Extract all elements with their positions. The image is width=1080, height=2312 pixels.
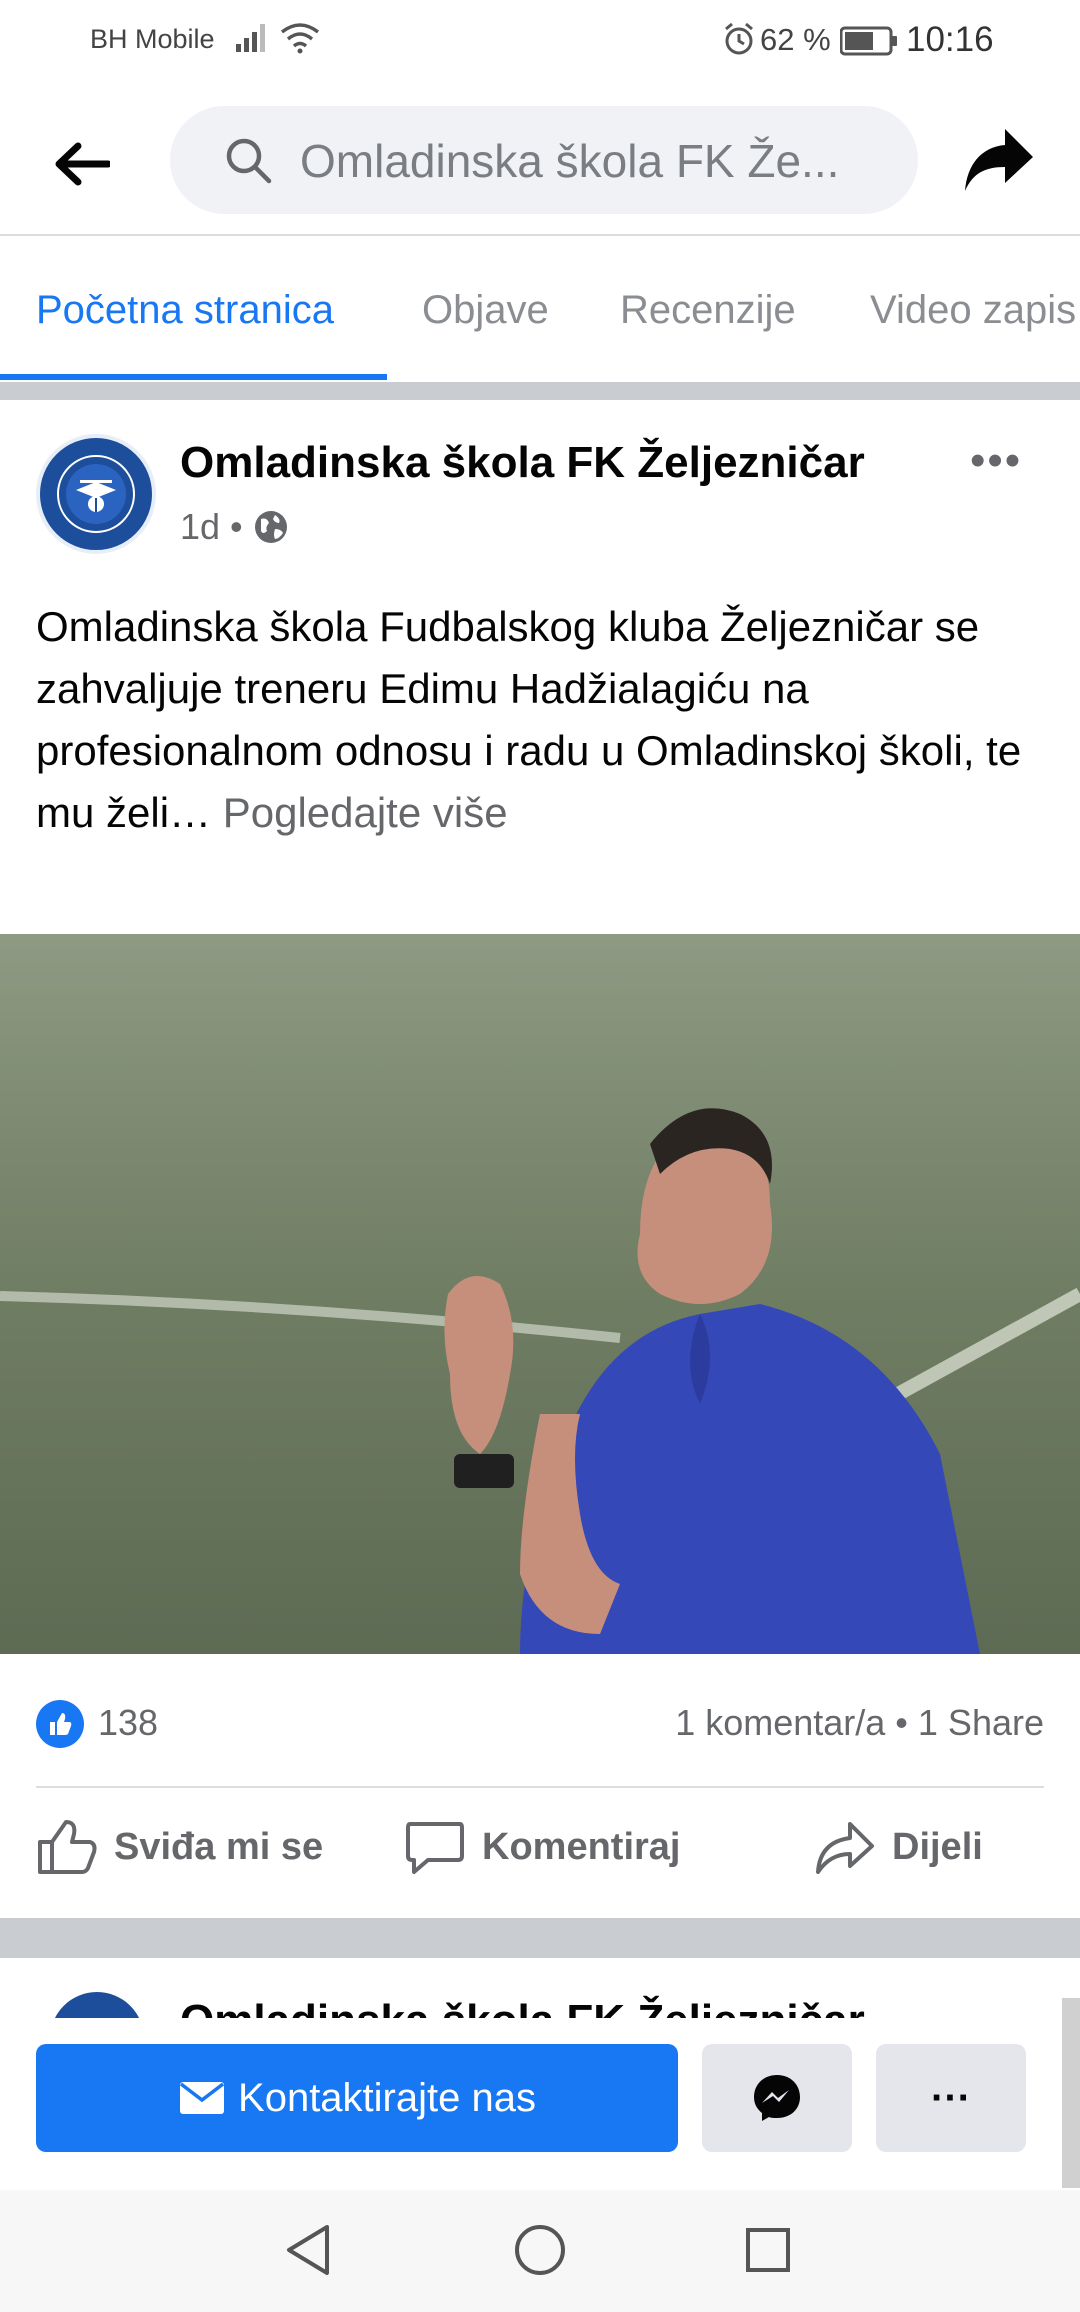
next-post-peek: Omladinska škola FK Željezničar [0, 1958, 1080, 2018]
like-reaction-badge [36, 1700, 84, 1748]
share-label: Dijeli [892, 1825, 983, 1868]
page-tabs: Početna stranica Objave Recenzije Video … [0, 238, 1080, 382]
share-page-button[interactable] [954, 120, 1044, 200]
clock-time: 10:16 [906, 20, 994, 59]
section-divider [0, 382, 1080, 400]
scrollbar[interactable] [1062, 1998, 1080, 2188]
more-options-button[interactable]: ··· [876, 2044, 1026, 2152]
status-bar: BH Mobile 62 % 10:16 [0, 0, 1080, 84]
post-meta: 1d • [180, 506, 289, 548]
tab-posts[interactable]: Objave [422, 288, 549, 333]
like-icon [38, 1820, 97, 1874]
post-divider [0, 1918, 1080, 1958]
search-icon [226, 138, 272, 184]
thumbs-up-icon [50, 1713, 72, 1735]
share-icon [816, 1822, 874, 1874]
meta-separator: • [230, 506, 243, 547]
post-photo[interactable] [0, 934, 1080, 1654]
alarm-icon [725, 22, 753, 55]
comment-icon [406, 1822, 464, 1874]
search-input[interactable]: Omladinska škola FK Že... [170, 106, 918, 214]
like-count: 138 [98, 1702, 159, 1743]
tab-videos[interactable]: Video zapis [870, 288, 1076, 333]
globe-icon [254, 511, 287, 543]
post-time[interactable]: 1d [180, 506, 220, 548]
like-button[interactable]: Sviđa mi se [36, 1818, 323, 1876]
messenger-icon [754, 2075, 800, 2121]
post-options-button[interactable]: ••• [970, 436, 1022, 486]
post-actions: Sviđa mi se Komentiraj Dijeli [0, 1788, 1080, 1918]
tab-home[interactable]: Početna stranica [36, 288, 334, 333]
page-avatar[interactable] [36, 434, 156, 554]
comments-shares-count[interactable]: 1 komentar/a • 1 Share [675, 1702, 1044, 1744]
system-nav-bar [0, 2190, 1080, 2312]
nav-back-icon [287, 2225, 329, 2275]
post-body: Omladinska škola Fudbalskog kluba Željez… [36, 603, 1022, 836]
share-arrow-icon [965, 129, 1033, 191]
nav-home-icon [515, 2225, 565, 2275]
battery-icon [840, 26, 897, 56]
back-button[interactable] [42, 124, 122, 204]
post-header: Omladinska škola FK Željezničar 1d • ••• [0, 400, 1080, 580]
page-action-bar: Kontaktirajte nas ··· [0, 2020, 1080, 2190]
nav-back-button[interactable] [268, 2214, 348, 2286]
next-post-avatar [50, 1992, 144, 2018]
search-query: Omladinska škola FK Že... [300, 135, 840, 187]
page-name[interactable]: Omladinska škola FK Željezničar [180, 438, 865, 488]
search-header: Omladinska škola FK Že... [0, 84, 1080, 236]
club-logo [42, 440, 150, 548]
back-arrow-icon [55, 142, 110, 186]
like-label: Sviđa mi se [114, 1825, 324, 1868]
tab-reviews[interactable]: Recenzije [620, 288, 796, 333]
nav-recents-icon [746, 2228, 790, 2272]
signal-icon [236, 24, 265, 52]
wifi-icon [280, 23, 320, 54]
active-tab-indicator [0, 374, 387, 380]
nav-recents-button[interactable] [728, 2214, 808, 2286]
nav-home-button[interactable] [500, 2214, 580, 2286]
post-text: Omladinska škola Fudbalskog kluba Željez… [36, 596, 1046, 844]
envelope-icon [179, 2082, 225, 2114]
reactions-summary[interactable]: 138 1 komentar/a • 1 Share [0, 1656, 1080, 1786]
share-button[interactable]: Dijeli [814, 1818, 983, 1876]
see-more-link[interactable]: Pogledajte više [223, 789, 508, 836]
battery-percent: 62 % [760, 22, 831, 57]
carrier-label: BH Mobile [90, 24, 215, 54]
coach-photo [0, 934, 1080, 1654]
next-post-page-name: Omladinska škola FK Željezničar [180, 1996, 865, 2018]
comment-button[interactable]: Komentiraj [404, 1818, 680, 1876]
contact-button[interactable]: Kontaktirajte nas [36, 2044, 678, 2152]
messenger-button[interactable] [702, 2044, 852, 2152]
comment-label: Komentiraj [482, 1825, 681, 1868]
contact-label: Kontaktirajte nas [238, 2075, 536, 2120]
